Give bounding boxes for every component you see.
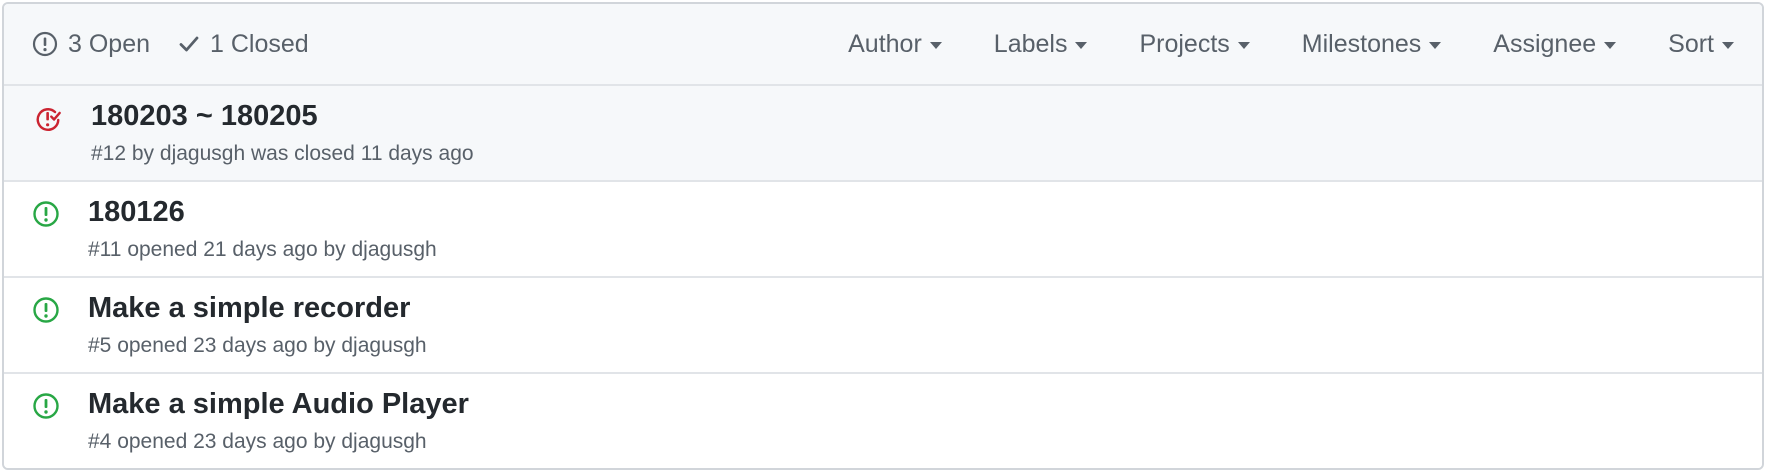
issue-author-link[interactable]: djagusgh bbox=[341, 430, 426, 453]
open-count-label: 3 Open bbox=[68, 29, 151, 58]
issue-state-toggles: 3 Open 1 Closed bbox=[32, 30, 337, 59]
assignee-filter-dropdown[interactable]: Assignee bbox=[1493, 29, 1617, 59]
issue-opened-icon bbox=[32, 200, 60, 228]
issue-meta-prefix: #11 opened 21 days ago by bbox=[88, 238, 352, 261]
assignee-filter-label: Assignee bbox=[1493, 29, 1597, 58]
check-icon bbox=[178, 33, 200, 55]
closed-count-label: 1 Closed bbox=[210, 29, 309, 58]
caret-down-icon bbox=[1604, 42, 1617, 49]
projects-filter-label: Projects bbox=[1139, 29, 1230, 58]
labels-filter-label: Labels bbox=[993, 29, 1068, 58]
issue-author-link[interactable]: djagusgh bbox=[341, 334, 426, 357]
issue-closed-icon bbox=[34, 104, 62, 132]
issue-meta: #12 by djagusgh was closed 11 days ago bbox=[91, 142, 474, 166]
milestones-filter-label: Milestones bbox=[1301, 29, 1422, 58]
issue-meta: #4 opened 23 days ago by djagusgh bbox=[88, 430, 427, 454]
caret-down-icon bbox=[1429, 42, 1442, 49]
issue-row: 180203 ~ 180205 #12 by djagusgh was clos… bbox=[4, 86, 1762, 182]
sort-dropdown[interactable]: Sort bbox=[1668, 30, 1734, 59]
issue-title-link[interactable]: 180126 bbox=[88, 196, 185, 229]
issue-title-link[interactable]: Make a simple recorder bbox=[88, 292, 410, 325]
issue-author-link[interactable]: djagusgh bbox=[160, 142, 245, 165]
caret-down-icon bbox=[1722, 42, 1734, 49]
issue-author-link[interactable]: djagusgh bbox=[352, 238, 437, 261]
milestones-filter-dropdown[interactable]: Milestones bbox=[1302, 30, 1442, 59]
open-issues-link[interactable]: 3 Open bbox=[32, 30, 150, 59]
issue-meta: #5 opened 23 days ago by djagusgh bbox=[88, 334, 427, 358]
issue-meta-prefix: #12 by bbox=[91, 142, 160, 165]
caret-down-icon bbox=[1075, 42, 1088, 49]
author-filter-dropdown[interactable]: Author bbox=[848, 30, 942, 59]
issues-list: 3 Open 1 Closed Author Labels Projects M… bbox=[2, 2, 1764, 470]
issue-meta-suffix: was closed 11 days ago bbox=[245, 142, 474, 165]
issue-opened-icon bbox=[32, 392, 60, 420]
issue-meta-prefix: #4 opened 23 days ago by bbox=[88, 430, 342, 453]
issue-title-link[interactable]: Make a simple Audio Player bbox=[88, 388, 469, 421]
issue-meta: #11 opened 21 days ago by djagusgh bbox=[88, 238, 437, 262]
caret-down-icon bbox=[929, 42, 942, 49]
issue-row: Make a simple recorder #5 opened 23 days… bbox=[4, 278, 1762, 374]
issue-opened-icon bbox=[32, 31, 58, 57]
caret-down-icon bbox=[1237, 42, 1250, 49]
sort-label: Sort bbox=[1668, 29, 1714, 58]
issue-row: Make a simple Audio Player #4 opened 23 … bbox=[4, 374, 1762, 468]
filter-dropdowns: Author Labels Projects Milestones Assign… bbox=[848, 30, 1734, 59]
issue-row: 180126 #11 opened 21 days ago by djagusg… bbox=[4, 182, 1762, 278]
projects-filter-dropdown[interactable]: Projects bbox=[1139, 29, 1250, 59]
labels-filter-dropdown[interactable]: Labels bbox=[994, 30, 1088, 59]
closed-issues-link[interactable]: 1 Closed bbox=[178, 30, 309, 59]
issue-meta-prefix: #5 opened 23 days ago by bbox=[88, 334, 342, 357]
issue-opened-icon bbox=[32, 296, 60, 324]
issue-title-link[interactable]: 180203 ~ 180205 bbox=[91, 100, 318, 133]
issues-list-header: 3 Open 1 Closed Author Labels Projects M… bbox=[4, 4, 1762, 86]
author-filter-label: Author bbox=[848, 29, 922, 58]
